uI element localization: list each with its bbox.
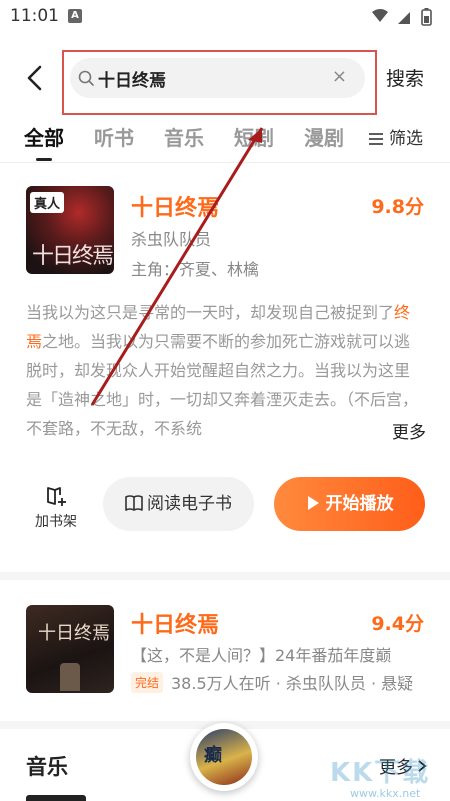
status-indicator-icon: A	[68, 9, 82, 23]
watermark-logo: KK下载	[330, 758, 431, 788]
result-score: 9.8分	[371, 196, 424, 218]
add-to-shelf-button[interactable]: 加书架	[30, 484, 82, 534]
book-open-icon	[125, 495, 143, 511]
status-bar: 11:01 A	[0, 0, 450, 34]
mini-player[interactable]: 癫	[190, 723, 258, 791]
cover-figure	[60, 663, 80, 691]
start-play-button[interactable]: 开始播放	[274, 477, 425, 531]
result-score: 9.4分	[371, 613, 424, 635]
read-ebook-label: 阅读电子书	[147, 494, 232, 514]
result-meta: 38.5万人在听 · 杀虫队队员 · 悬疑	[171, 674, 414, 693]
more-button[interactable]: 更多	[386, 418, 426, 443]
result-title[interactable]: 十日终焉	[131, 607, 219, 639]
add-to-shelf-label: 加书架	[35, 514, 77, 530]
tab-audiobook[interactable]: 听书	[94, 122, 134, 151]
menu-icon	[369, 133, 383, 145]
status-time: 11:01	[10, 6, 59, 26]
book-cover[interactable]: 真人 十日终焉	[26, 186, 114, 274]
result-title[interactable]: 十日终焉	[131, 190, 219, 222]
tab-all[interactable]: 全部	[24, 122, 64, 151]
result-description: 【这，不是人间？】24年番茄年度巅	[131, 646, 392, 665]
result-description: 当我以为这只是寻常的一天时，却发现自己被捉到了终焉之地。当我以为只需要不断的参加…	[26, 298, 421, 443]
tab-music[interactable]: 音乐	[164, 122, 204, 151]
wifi-battery-icon	[372, 8, 432, 26]
cover-tag: 真人	[30, 192, 65, 213]
filter-label: 筛选	[389, 129, 423, 149]
read-ebook-button[interactable]: 阅读电子书	[103, 477, 254, 531]
result-author: 杀虫队队员	[131, 230, 212, 249]
tab-short-drama[interactable]: 短剧	[234, 122, 274, 151]
category-tabs: 全部 听书 音乐 短剧 漫剧 筛选	[0, 118, 450, 168]
section-divider	[0, 572, 450, 580]
description-text: 当我以为这只是寻常的一天时，却发现自己被捉到了	[26, 303, 395, 322]
description-text-rest: 之地。当我以为只需要不断的参加死亡游戏就可以逃脱时，却发现众人开始觉醒超自然之力…	[26, 332, 419, 438]
start-play-label: 开始播放	[325, 494, 394, 514]
back-icon[interactable]	[22, 64, 48, 92]
bookshelf-add-icon	[47, 487, 66, 506]
play-icon	[307, 496, 319, 510]
result-cast: 主角：齐夏、林檎	[131, 260, 260, 279]
mini-player-cover-text: 癫	[204, 745, 222, 766]
annotation-highlight-box	[62, 50, 377, 115]
status-badge: 完结	[131, 672, 164, 693]
audiobook-cover[interactable]: 十日终焉	[26, 605, 114, 693]
filter-button[interactable]: 筛选	[369, 124, 423, 149]
watermark-url: www.kkx.net	[350, 787, 421, 800]
tab-comic-drama[interactable]: 漫剧	[304, 122, 344, 151]
section-title: 音乐	[26, 755, 68, 779]
cover-title: 十日终焉	[38, 623, 110, 644]
divider	[0, 162, 450, 163]
active-tab-indicator	[36, 158, 52, 161]
next-item-edge	[26, 795, 86, 801]
search-button[interactable]: 搜索	[386, 64, 424, 91]
cover-title: 十日终焉	[32, 244, 114, 269]
